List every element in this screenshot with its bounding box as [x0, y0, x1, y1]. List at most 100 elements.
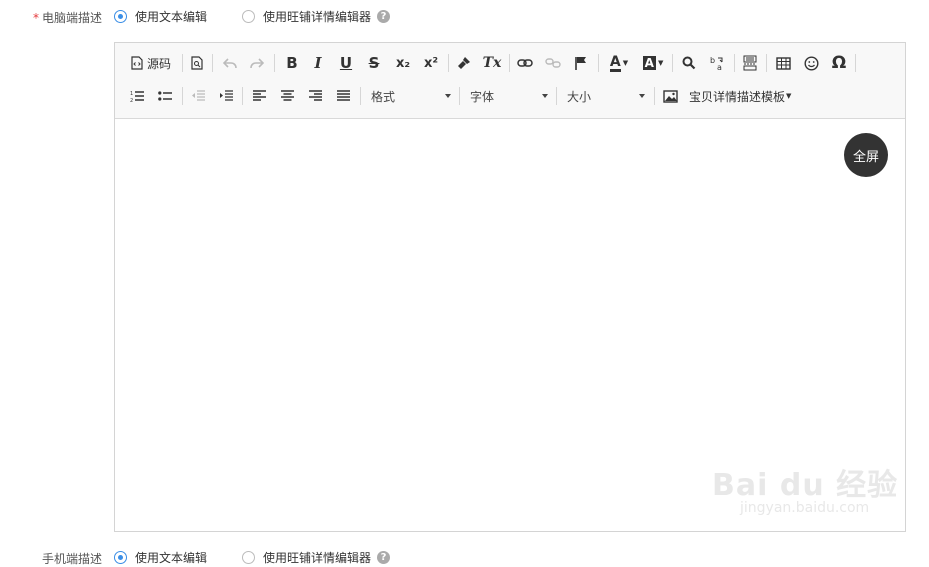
- chevron-down-icon: [542, 94, 548, 98]
- source-code-icon: [131, 56, 143, 70]
- redo-button[interactable]: [246, 52, 268, 74]
- radio-unchecked-icon[interactable]: [242, 551, 255, 564]
- chevron-down-icon: ▼: [622, 59, 629, 67]
- font-select[interactable]: 字体: [464, 85, 552, 107]
- toolbar-separator: [182, 54, 183, 72]
- unlink-icon: [545, 58, 561, 68]
- text-color-button[interactable]: A ▼: [605, 52, 633, 74]
- toolbar-separator: [242, 87, 243, 105]
- mobile-radio-text-editor-label: 使用文本编辑: [135, 551, 208, 565]
- pc-radio-text-editor[interactable]: 使用文本编辑: [114, 8, 207, 25]
- mobile-radio-text-editor[interactable]: 使用文本编辑: [114, 549, 207, 566]
- emoji-button[interactable]: [800, 52, 822, 74]
- page-break-icon: [743, 55, 757, 71]
- format-select[interactable]: 格式: [365, 85, 455, 107]
- strikethrough-button[interactable]: S: [363, 52, 385, 74]
- italic-button[interactable]: I: [307, 52, 329, 74]
- svg-text:1: 1: [130, 91, 133, 97]
- template-dropdown[interactable]: 宝贝详情描述模板 ▼: [689, 85, 799, 107]
- align-right-button[interactable]: [304, 85, 326, 107]
- link-icon: [517, 59, 533, 67]
- clear-format-button[interactable]: Tx: [481, 52, 503, 74]
- format-select-label: 格式: [371, 89, 396, 104]
- toolbar-separator: [360, 87, 361, 105]
- align-right-icon: [308, 90, 322, 101]
- align-justify-button[interactable]: [332, 85, 354, 107]
- replace-button[interactable]: ba: [706, 52, 728, 74]
- redo-icon: [250, 58, 264, 69]
- image-icon: [662, 89, 678, 103]
- align-justify-icon: [336, 90, 350, 101]
- align-center-icon: [280, 90, 294, 101]
- find-button[interactable]: [678, 52, 700, 74]
- toolbar-separator: [855, 54, 856, 72]
- watermark-brand: Bai du 经验: [712, 468, 899, 503]
- format-painter-button[interactable]: [453, 52, 475, 74]
- toolbar-separator: [766, 54, 767, 72]
- special-char-button[interactable]: Ω: [828, 52, 850, 74]
- align-center-button[interactable]: [276, 85, 298, 107]
- undo-icon: [223, 58, 237, 69]
- table-icon: [775, 56, 791, 70]
- radio-checked-icon[interactable]: [114, 551, 127, 564]
- numbered-list-button[interactable]: 12: [126, 85, 148, 107]
- pc-radio-wangpu-editor[interactable]: 使用旺铺详情编辑器 ?: [242, 8, 391, 25]
- text-color-icon: A: [609, 53, 621, 72]
- align-left-icon: [252, 90, 266, 101]
- toolbar-separator: [556, 87, 557, 105]
- chevron-down-icon: ▼: [786, 92, 792, 100]
- underline-button[interactable]: U: [335, 52, 357, 74]
- help-icon[interactable]: ?: [377, 551, 391, 564]
- background-color-icon: A: [642, 56, 656, 70]
- table-button[interactable]: [772, 52, 794, 74]
- align-left-button[interactable]: [248, 85, 270, 107]
- ordered-list-icon: 12: [130, 91, 144, 102]
- search-icon: [682, 56, 696, 70]
- size-select[interactable]: 大小: [561, 85, 649, 107]
- pc-description-label: * 电脑端描述: [0, 9, 102, 26]
- fullscreen-button[interactable]: 全屏: [844, 133, 888, 177]
- unordered-list-icon: [158, 91, 172, 101]
- chevron-down-icon: [639, 94, 645, 98]
- radio-unchecked-icon[interactable]: [242, 10, 255, 23]
- indent-icon: [220, 90, 233, 101]
- template-dropdown-label: 宝贝详情描述模板: [689, 89, 786, 104]
- outdent-icon: [192, 90, 205, 101]
- indent-button[interactable]: [215, 85, 237, 107]
- outdent-button[interactable]: [187, 85, 209, 107]
- required-mark: *: [32, 11, 39, 25]
- background-color-button[interactable]: A ▼: [639, 52, 667, 74]
- editor-toolbar: 源码 B I U S x₂ x² Tx A ▼ A ▼ b a Ω 1 2 格式…: [115, 43, 905, 119]
- source-button[interactable]: 源码: [127, 52, 175, 74]
- smiley-icon: [803, 55, 819, 71]
- replace-icon: ba: [710, 56, 723, 71]
- superscript-button[interactable]: x²: [419, 52, 443, 74]
- chevron-down-icon: ▼: [657, 59, 664, 67]
- unlink-button[interactable]: [542, 52, 564, 74]
- page-break-button[interactable]: [739, 52, 761, 74]
- toolbar-separator: [654, 87, 655, 105]
- insert-image-button[interactable]: [659, 85, 681, 107]
- bulleted-list-button[interactable]: [154, 85, 176, 107]
- mobile-radio-wangpu-editor-label: 使用旺铺详情编辑器: [263, 551, 372, 565]
- help-icon[interactable]: ?: [377, 10, 391, 23]
- chevron-down-icon: [445, 94, 451, 98]
- subscript-button[interactable]: x₂: [391, 52, 415, 74]
- anchor-button[interactable]: [570, 52, 592, 74]
- toolbar-separator: [598, 54, 599, 72]
- preview-button[interactable]: [187, 52, 207, 74]
- bold-button[interactable]: B: [281, 52, 303, 74]
- rich-text-editor: 源码 B I U S x₂ x² Tx A ▼ A ▼ b a Ω 1 2 格式…: [114, 42, 906, 532]
- pc-description-label-text: 电脑端描述: [41, 11, 102, 25]
- radio-checked-icon[interactable]: [114, 10, 127, 23]
- mobile-radio-wangpu-editor[interactable]: 使用旺铺详情编辑器 ?: [242, 549, 391, 566]
- preview-icon: [191, 56, 203, 70]
- toolbar-separator: [734, 54, 735, 72]
- pc-radio-wangpu-editor-label: 使用旺铺详情编辑器: [263, 10, 372, 24]
- size-select-label: 大小: [567, 89, 592, 104]
- undo-button[interactable]: [219, 52, 241, 74]
- source-button-label: 源码: [146, 56, 171, 71]
- pc-radio-text-editor-label: 使用文本编辑: [135, 10, 208, 24]
- link-button[interactable]: [514, 52, 536, 74]
- toolbar-separator: [448, 54, 449, 72]
